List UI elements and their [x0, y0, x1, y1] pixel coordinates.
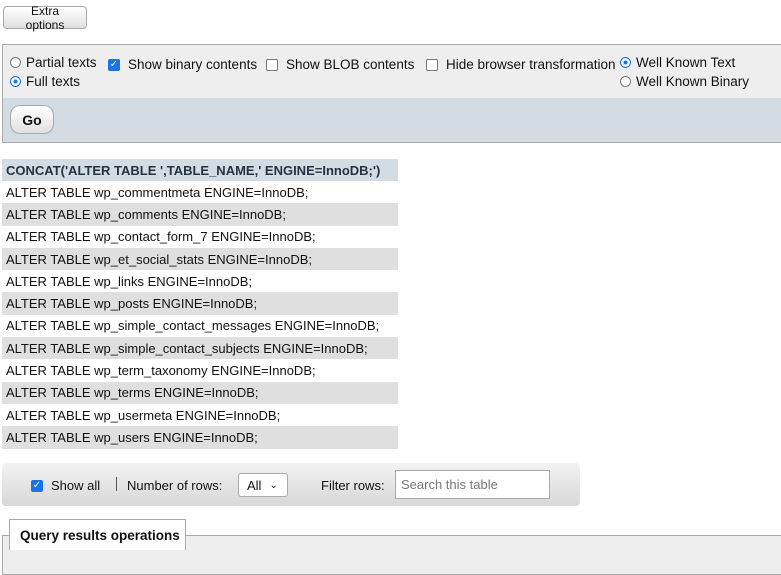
show-blob-label: Show BLOB contents — [286, 57, 415, 72]
table-row: ALTER TABLE wp_posts ENGINE=InnoDB; — [2, 292, 398, 315]
full-texts-label: Full texts — [26, 74, 81, 89]
extra-options-button[interactable]: Extra options — [3, 4, 87, 32]
table-row: ALTER TABLE wp_simple_contact_subjects E… — [2, 337, 398, 360]
well-known-text-label: Well Known Text — [636, 55, 736, 70]
show-blob-checkbox[interactable]: Show BLOB contents — [266, 57, 414, 72]
radio-selected-icon[interactable] — [620, 57, 631, 68]
table-row: ALTER TABLE wp_terms ENGINE=InnoDB; — [2, 381, 398, 404]
filter-rows-label: Filter rows: — [321, 478, 385, 493]
table-row: ALTER TABLE wp_et_social_stats ENGINE=In… — [2, 247, 398, 271]
table-row: ALTER TABLE wp_commentmeta ENGINE=InnoDB… — [2, 181, 398, 204]
column-header[interactable]: CONCAT('ALTER TABLE ',TABLE_NAME,' ENGIN… — [2, 159, 398, 181]
number-of-rows-select[interactable]: All ⌄ — [238, 473, 288, 497]
checkbox-icon[interactable] — [266, 58, 278, 71]
table-row: ALTER TABLE wp_simple_contact_messages E… — [2, 314, 398, 338]
table-cell: ALTER TABLE wp_comments ENGINE=InnoDB; — [2, 203, 398, 226]
table-cell: ALTER TABLE wp_terms ENGINE=InnoDB; — [2, 381, 398, 404]
results-table: CONCAT('ALTER TABLE ',TABLE_NAME,' ENGIN… — [2, 159, 398, 449]
table-cell: ALTER TABLE wp_users ENGINE=InnoDB; — [2, 426, 398, 449]
go-bar: Go — [2, 98, 781, 143]
well-known-text-radio[interactable]: Well Known Text — [620, 55, 735, 70]
show-binary-checkbox[interactable]: ✓ Show binary contents — [108, 57, 257, 72]
table-row: ALTER TABLE wp_term_taxonomy ENGINE=Inno… — [2, 359, 398, 382]
hide-transformation-label: Hide browser transformation — [446, 57, 616, 72]
show-all-checkbox[interactable]: ✓ Show all — [31, 478, 100, 493]
table-cell: ALTER TABLE wp_contact_form_7 ENGINE=Inn… — [2, 225, 398, 248]
checkbox-checked-icon[interactable]: ✓ — [31, 479, 43, 492]
table-cell: ALTER TABLE wp_et_social_stats ENGINE=In… — [2, 247, 398, 271]
table-cell: ALTER TABLE wp_simple_contact_subjects E… — [2, 337, 398, 360]
table-row: ALTER TABLE wp_usermeta ENGINE=InnoDB; — [2, 403, 398, 427]
table-cell: ALTER TABLE wp_simple_contact_messages E… — [2, 314, 398, 338]
well-known-binary-label: Well Known Binary — [636, 74, 750, 89]
divider — [116, 477, 117, 491]
partial-texts-label: Partial texts — [26, 55, 97, 70]
query-results-operations-label: Query results operations — [20, 527, 180, 543]
table-cell: ALTER TABLE wp_links ENGINE=InnoDB; — [2, 270, 398, 293]
go-button[interactable]: Go — [10, 105, 54, 134]
table-cell: ALTER TABLE wp_term_taxonomy ENGINE=Inno… — [2, 359, 398, 382]
partial-texts-radio[interactable]: Partial texts — [10, 55, 97, 70]
show-all-label: Show all — [51, 478, 101, 493]
well-known-binary-radio[interactable]: Well Known Binary — [620, 74, 749, 89]
table-row: ALTER TABLE wp_users ENGINE=InnoDB; — [2, 426, 398, 449]
table-cell: ALTER TABLE wp_commentmeta ENGINE=InnoDB… — [2, 181, 398, 204]
checkbox-icon[interactable] — [426, 58, 438, 71]
show-binary-label: Show binary contents — [128, 57, 258, 72]
rows-selected-value: All — [247, 477, 262, 493]
navigation-bar: ✓ Show all Number of rows: All ⌄ Filter … — [2, 463, 580, 506]
full-texts-radio[interactable]: Full texts — [10, 74, 80, 89]
table-cell: ALTER TABLE wp_posts ENGINE=InnoDB; — [2, 292, 398, 315]
radio-selected-icon[interactable] — [10, 76, 21, 87]
chevron-down-icon: ⌄ — [269, 479, 278, 491]
table-row: ALTER TABLE wp_links ENGINE=InnoDB; — [2, 270, 398, 293]
number-of-rows-label: Number of rows: — [127, 478, 223, 493]
table-cell: ALTER TABLE wp_usermeta ENGINE=InnoDB; — [2, 403, 398, 427]
table-row: ALTER TABLE wp_contact_form_7 ENGINE=Inn… — [2, 225, 398, 248]
query-results-operations-tab[interactable]: Query results operations — [9, 519, 186, 550]
hide-transformation-checkbox[interactable]: Hide browser transformation — [426, 57, 616, 72]
radio-icon[interactable] — [620, 76, 631, 87]
display-options-panel: Partial texts Full texts ✓ Show binary c… — [2, 44, 781, 99]
filter-rows-input[interactable] — [395, 470, 550, 499]
table-row: ALTER TABLE wp_comments ENGINE=InnoDB; — [2, 203, 398, 226]
radio-icon[interactable] — [10, 57, 21, 68]
checkbox-checked-icon[interactable]: ✓ — [108, 58, 120, 71]
